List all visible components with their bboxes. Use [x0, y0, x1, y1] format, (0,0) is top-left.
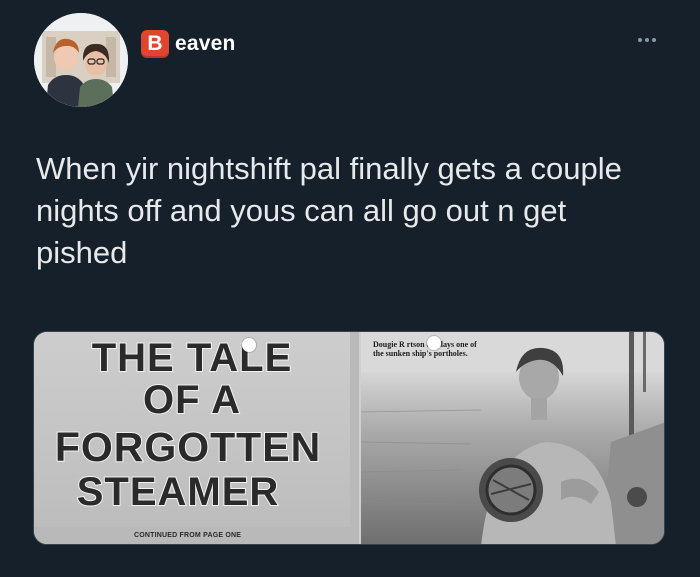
avatar-photo: [34, 13, 128, 107]
author-name[interactable]: B eaven: [141, 30, 236, 58]
tweet-text: When yir nightshift pal finally gets a c…: [36, 151, 622, 270]
b-letter-icon: B: [141, 30, 169, 58]
newspaper-headline-clip: THE TALE OF A FORGOTTEN STEAMER CONTINUE…: [34, 332, 359, 544]
headline-line-2: OF A: [142, 377, 242, 423]
tweet: B eaven When yir nightshift pal finally …: [0, 0, 700, 577]
headline-line-3: FORGOTTEN: [54, 423, 322, 471]
media-image[interactable]: THE TALE OF A FORGOTTEN STEAMER CONTINUE…: [33, 331, 665, 545]
more-horizontal-icon[interactable]: [638, 38, 656, 42]
author-name-text: eaven: [175, 32, 236, 55]
headline-line-4: STEAMER: [76, 469, 280, 515]
media-marker-dot: [242, 338, 256, 352]
media-marker-dot: [427, 336, 441, 350]
avatar[interactable]: [34, 13, 128, 107]
headline-box: THE TALE OF A FORGOTTEN STEAMER: [34, 332, 350, 527]
newspaper-photo: Dougie R rtson displays one of the sunke…: [360, 332, 664, 544]
photo-illustration: [360, 332, 664, 544]
continued-note: CONTINUED FROM PAGE ONE: [134, 532, 242, 539]
headline-line-1: THE TALE: [91, 335, 293, 381]
